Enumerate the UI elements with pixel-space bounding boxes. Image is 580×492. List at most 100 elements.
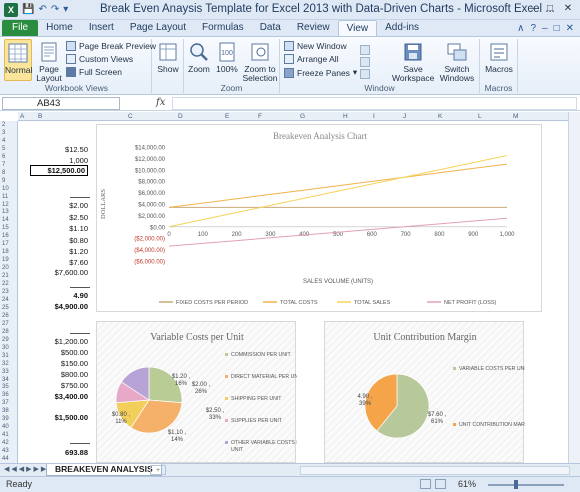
help-icon[interactable]: ? <box>530 23 536 34</box>
row-header[interactable]: 33 <box>2 369 9 375</box>
cell-value[interactable]: $1,200.00 <box>30 337 88 346</box>
column-header[interactable]: C <box>128 112 133 121</box>
variable-costs-chart[interactable]: Variable Costs per Unit $2.00 , 26% $2.50 ,… <box>96 321 307 463</box>
row-header[interactable]: 8 <box>2 170 5 176</box>
column-header[interactable]: I <box>373 112 375 121</box>
row-header[interactable]: 13 <box>2 209 9 215</box>
column-header[interactable]: J <box>403 112 406 121</box>
row-header[interactable]: 44 <box>2 456 9 462</box>
workbook-close-icon[interactable]: ✕ <box>566 23 574 34</box>
worksheet[interactable]: $12.50 1,000 $12,500.00 $2.00 $2.50 $1.1… <box>18 121 568 463</box>
new-window-button[interactable]: New Window <box>284 41 347 51</box>
cell-value[interactable]: $1,500.00 <box>30 413 88 422</box>
row-header[interactable]: 35 <box>2 384 9 390</box>
cell-value[interactable]: $2.00 <box>30 201 88 210</box>
row-header[interactable]: 31 <box>2 353 9 359</box>
minimize-ribbon-icon[interactable]: ∧ <box>517 23 524 34</box>
row-header[interactable]: 6 <box>2 154 5 160</box>
column-header[interactable]: F <box>258 112 262 121</box>
row-header[interactable]: 12 <box>2 202 9 208</box>
cell-value[interactable]: $7.60 <box>30 258 88 267</box>
vertical-scrollbar[interactable] <box>568 112 580 463</box>
row-header[interactable]: 28 <box>2 329 9 335</box>
row-header[interactable]: 14 <box>2 217 9 223</box>
normal-view-status-icon[interactable] <box>420 479 431 489</box>
save-icon[interactable]: 💾 <box>22 3 34 17</box>
cell-value[interactable]: $7,600.00 <box>30 268 88 277</box>
page-break-preview-button[interactable]: Page Break Preview <box>66 41 156 51</box>
column-header[interactable]: H <box>343 112 348 121</box>
cell-value[interactable]: $800.00 <box>30 370 88 379</box>
row-header[interactable]: 15 <box>2 225 9 231</box>
cell-value[interactable]: $3,400.00 <box>30 392 88 401</box>
restore-icon[interactable]: □ <box>542 2 558 16</box>
row-header[interactable]: 16 <box>2 233 9 239</box>
show-button[interactable]: Show <box>154 39 182 74</box>
minimize-icon[interactable]: – <box>524 2 540 16</box>
cell-value[interactable]: $150.00 <box>30 359 88 368</box>
contribution-margin-chart[interactable]: Unit Contribution Margin $7.60 , 61% 4.90 ,… <box>324 321 534 463</box>
workbook-restore-icon[interactable]: □ <box>554 23 560 34</box>
cell-value[interactable]: $2.50 <box>30 213 88 222</box>
row-header[interactable]: 32 <box>2 361 9 367</box>
row-header[interactable]: 10 <box>2 186 9 192</box>
row-header[interactable]: 27 <box>2 321 9 327</box>
tab-page-layout[interactable]: Page Layout <box>122 20 194 36</box>
redo-icon[interactable]: ↷ <box>51 3 59 17</box>
row-header[interactable]: 2 <box>2 122 5 128</box>
zoom-slider-knob[interactable] <box>514 480 518 489</box>
zoom-to-selection-button[interactable]: Zoom to Selection <box>242 39 278 83</box>
cell-value[interactable]: $750.00 <box>30 381 88 390</box>
cell-value[interactable]: $4,900.00 <box>30 302 88 311</box>
column-header[interactable]: A <box>20 112 24 121</box>
column-header[interactable]: D <box>178 112 183 121</box>
row-header[interactable]: 34 <box>2 377 9 383</box>
close-icon[interactable]: ✕ <box>560 2 576 16</box>
row-header[interactable]: 41 <box>2 432 9 438</box>
tab-data[interactable]: Data <box>252 20 289 36</box>
row-header[interactable]: 20 <box>2 265 9 271</box>
tab-formulas[interactable]: Formulas <box>194 20 252 36</box>
column-header[interactable]: K <box>438 112 442 121</box>
horizontal-scrollbar[interactable] <box>300 466 570 475</box>
row-header[interactable]: 18 <box>2 249 9 255</box>
customize-qat-icon[interactable]: ▾ <box>63 3 68 17</box>
cell-value[interactable]: 693.88 <box>30 448 88 457</box>
column-header[interactable]: M <box>513 112 518 121</box>
normal-view-button[interactable]: Normal <box>4 39 32 81</box>
sheet-nav-icons[interactable]: ◀◀◀▶▶▶ <box>4 465 48 473</box>
row-header[interactable]: 38 <box>2 408 9 414</box>
row-header[interactable]: 36 <box>2 392 9 398</box>
page-layout-status-icon[interactable] <box>435 479 446 489</box>
cell-value[interactable]: $0.80 <box>30 236 88 245</box>
page-layout-view-button[interactable]: Page Layout <box>34 39 64 83</box>
cell-value[interactable]: $500.00 <box>30 348 88 357</box>
hide-icon[interactable] <box>360 57 370 67</box>
column-header[interactable]: B <box>38 112 42 121</box>
cell-value[interactable]: $1.10 <box>30 224 88 233</box>
row-header[interactable]: 37 <box>2 400 9 406</box>
cell-value-selected[interactable]: $12,500.00 <box>30 165 88 176</box>
zoom-button[interactable]: Zoom <box>186 39 212 74</box>
arrange-all-button[interactable]: Arrange All <box>284 54 339 64</box>
row-header[interactable]: 19 <box>2 257 9 263</box>
save-workspace-button[interactable]: Save Workspace <box>392 39 434 83</box>
macros-button[interactable]: Macros <box>484 39 514 74</box>
cell-value[interactable]: 4.90 <box>30 291 88 300</box>
insert-function-icon[interactable]: fx <box>156 97 165 108</box>
row-header[interactable]: 11 <box>2 194 8 200</box>
row-header[interactable]: 42 <box>2 440 9 446</box>
tab-view[interactable]: View <box>337 20 378 36</box>
undo-icon[interactable]: ↶ <box>38 3 46 17</box>
row-header[interactable]: 39 <box>2 416 9 422</box>
freeze-panes-button[interactable]: Freeze Panes ▾ <box>284 67 357 78</box>
zoom-100-button[interactable]: 100 100% <box>214 39 240 74</box>
column-header[interactable]: G <box>300 112 305 121</box>
tab-home[interactable]: Home <box>38 20 81 36</box>
row-header[interactable]: 25 <box>2 305 9 311</box>
row-header[interactable]: 9 <box>2 178 5 184</box>
unhide-icon[interactable] <box>360 69 370 79</box>
cell-value[interactable]: 1,000 <box>30 156 88 165</box>
row-header[interactable]: 4 <box>2 138 5 144</box>
row-header[interactable]: 23 <box>2 289 9 295</box>
